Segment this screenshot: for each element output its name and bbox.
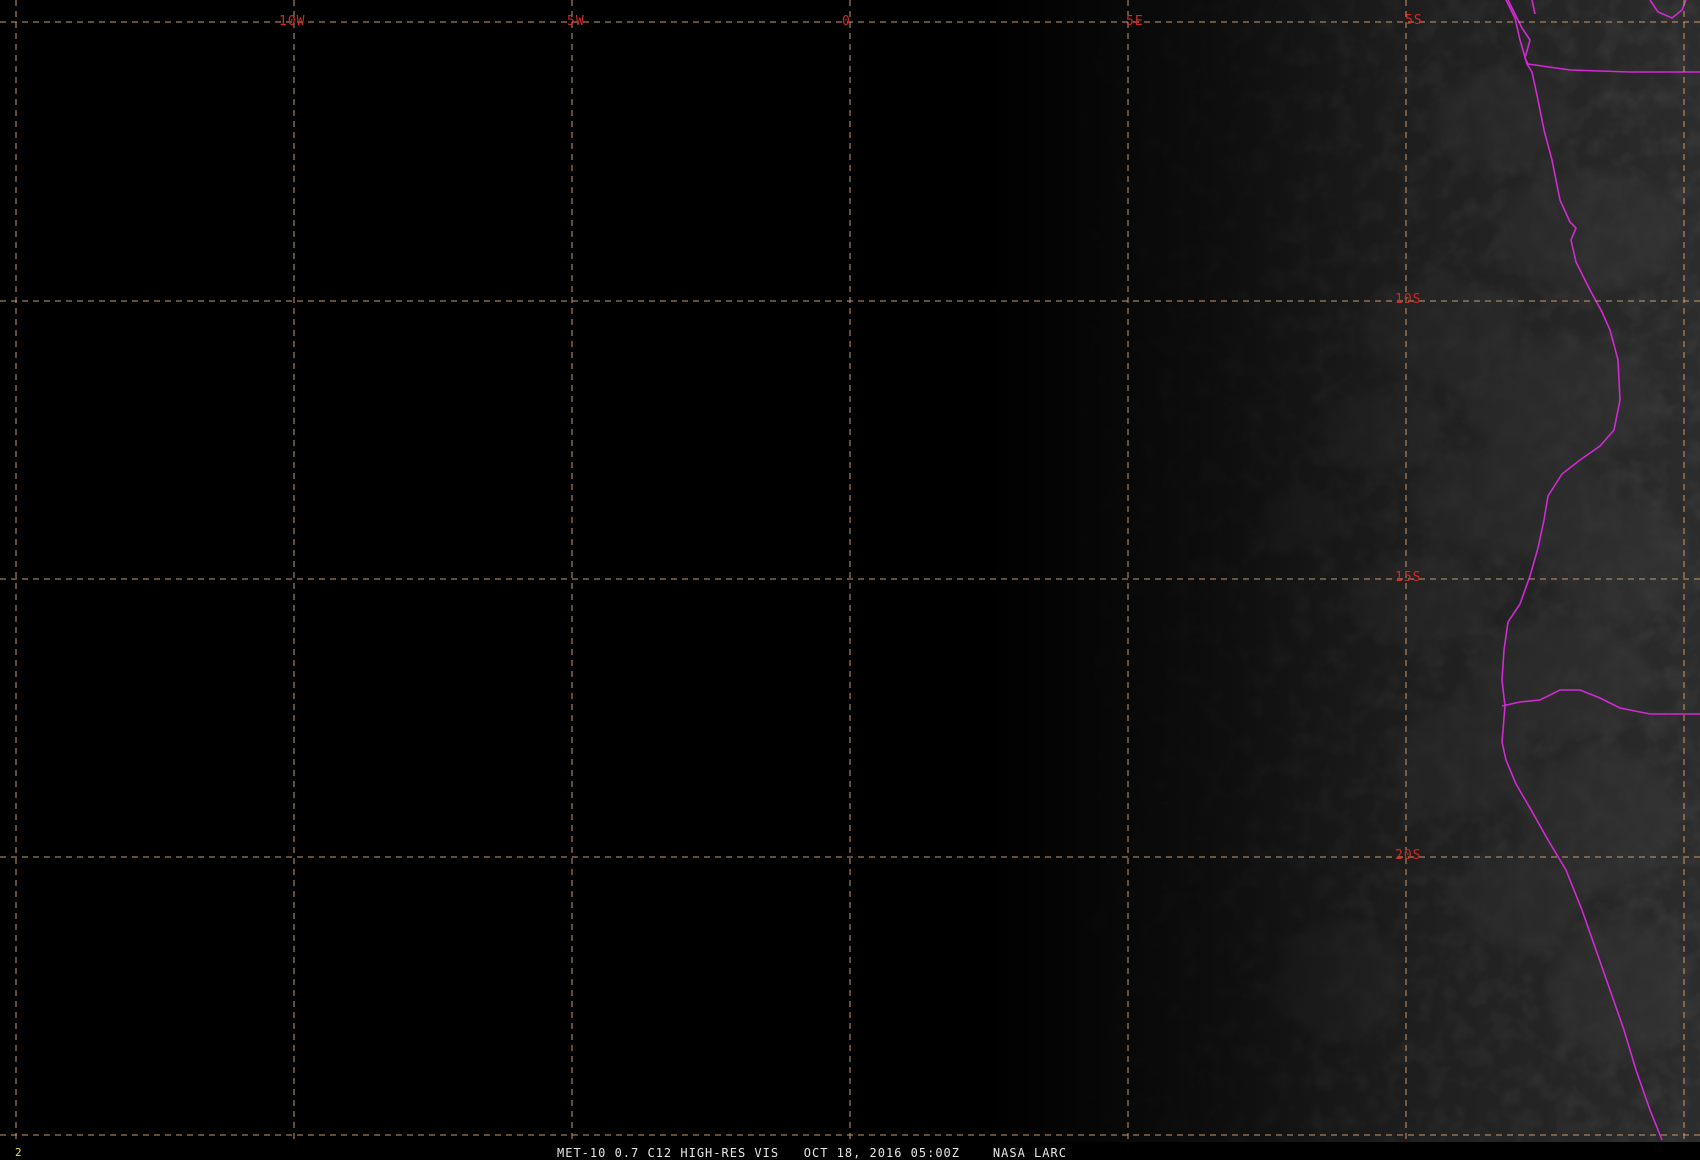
lon-label-10w: 10W xyxy=(279,14,306,29)
frame-number: 2 xyxy=(15,1146,23,1159)
satellite-image xyxy=(0,0,1700,1142)
lat-label-5s: 5S xyxy=(1405,13,1423,28)
status-bar: 2 MET-10 0.7 C12 HIGH-RES VIS OCT 18, 20… xyxy=(0,1142,1700,1160)
lon-label-0: 0 xyxy=(842,14,851,29)
lat-label-15s: 15S xyxy=(1395,570,1422,585)
image-caption: MET-10 0.7 C12 HIGH-RES VIS OCT 18, 2016… xyxy=(557,1146,1067,1160)
satellite-map: 10W 5W 0 5E 5S 10S 15S 20S xyxy=(0,0,1700,1160)
lon-label-5e: 5E xyxy=(1126,14,1144,29)
lat-label-20s: 20S xyxy=(1395,848,1422,863)
lon-label-5w: 5W xyxy=(567,14,585,29)
lat-label-10s: 10S xyxy=(1395,292,1422,307)
cloud-layer xyxy=(1080,0,1700,1142)
